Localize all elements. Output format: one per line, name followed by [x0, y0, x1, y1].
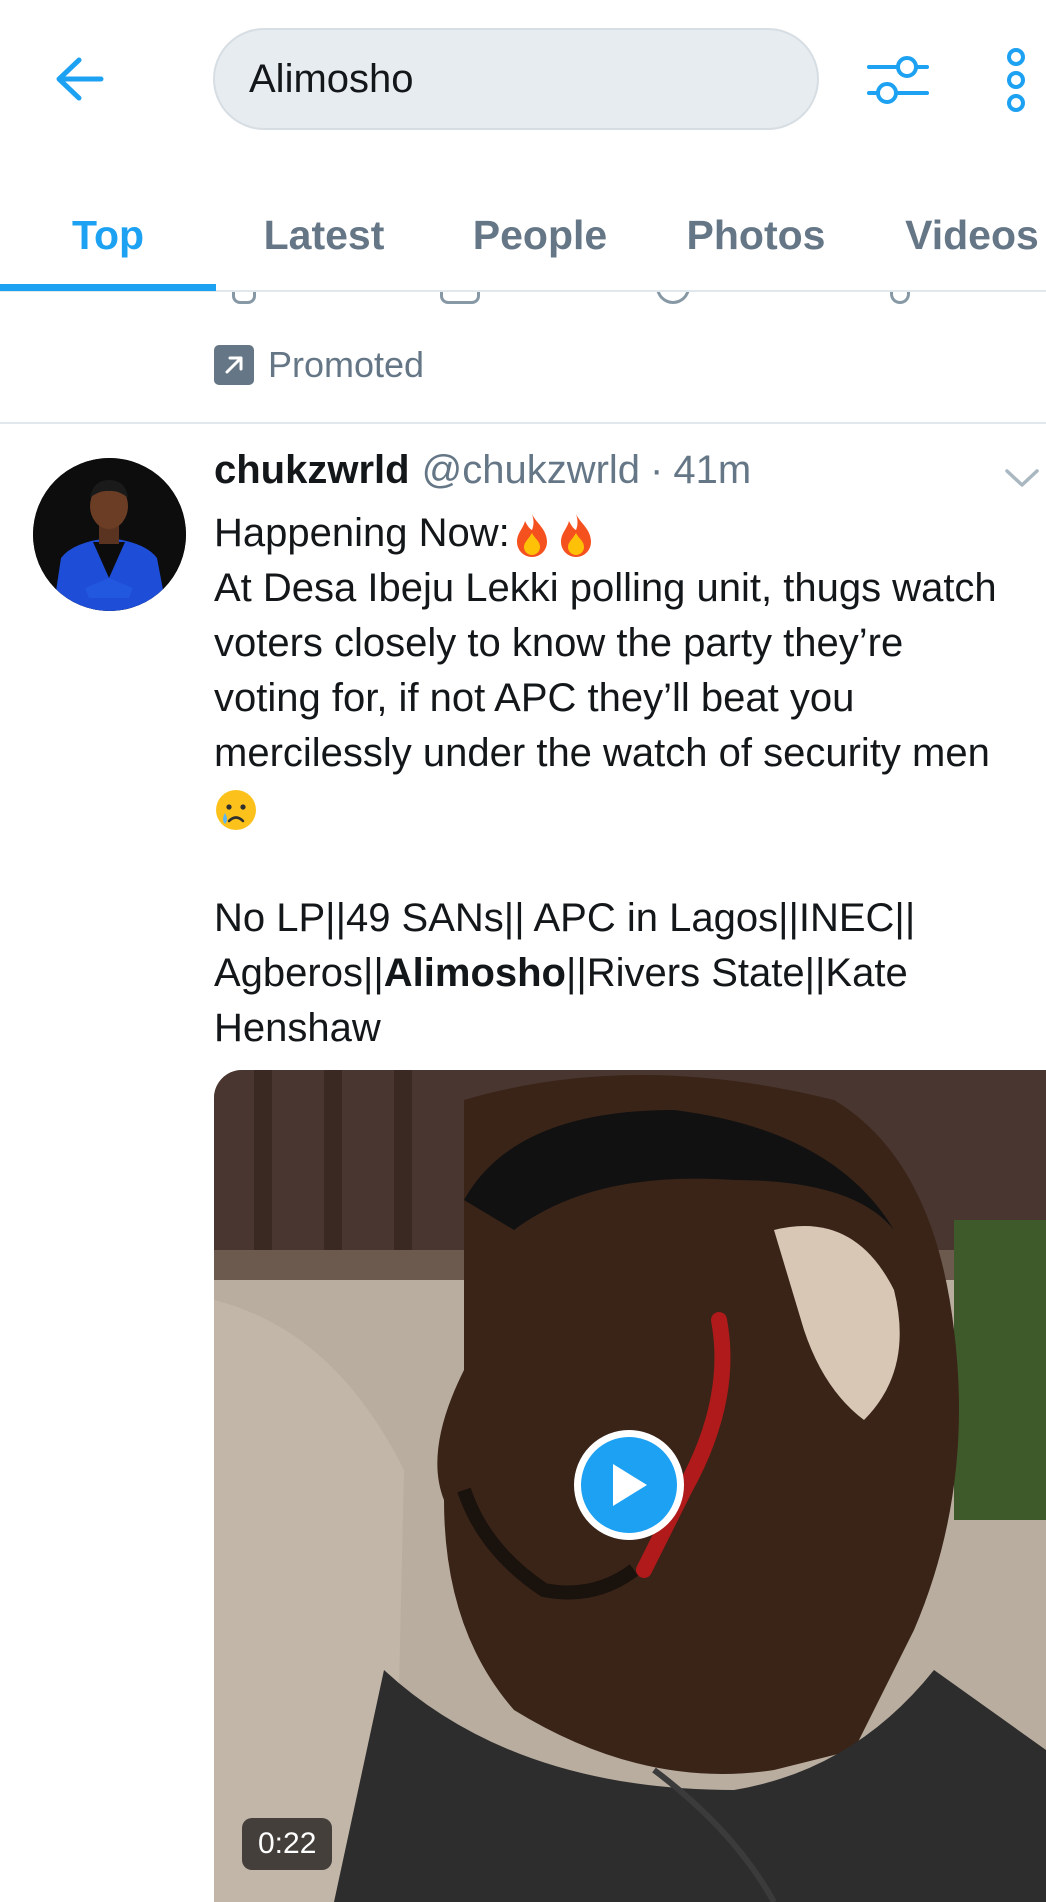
tab-latest[interactable]: Latest: [216, 180, 432, 290]
tweet-line-text: Agberos||: [214, 951, 384, 995]
more-vertical-icon: [1007, 48, 1025, 112]
avatar[interactable]: [33, 458, 186, 611]
play-button[interactable]: [574, 1430, 684, 1540]
chevron-down-icon: [1005, 469, 1039, 487]
tweet-video[interactable]: 0:22: [214, 1070, 1046, 1902]
promoted-arrow-icon: [214, 345, 254, 385]
search-query-text: Alimosho: [249, 56, 414, 101]
search-filter-button[interactable]: [862, 44, 934, 116]
fire-emoji-icon: [560, 514, 591, 558]
tweet-header: chukzwrld @chukzwrld · 41m: [214, 448, 751, 504]
share-icon[interactable]: [890, 292, 910, 304]
tweet-text: Happening Now: At Desa Ibeju Lekki polli…: [214, 506, 1044, 1056]
back-button[interactable]: [50, 50, 108, 108]
user-handle[interactable]: @chukzwrld: [422, 448, 640, 493]
search-tabs: Top Latest People Photos Videos: [0, 180, 1046, 292]
tweet-line: Happening Now:: [214, 506, 1044, 561]
more-options-button[interactable]: [988, 44, 1044, 116]
tweet-divider: [0, 422, 1046, 424]
like-icon[interactable]: [656, 292, 690, 304]
promoted-label: Promoted: [214, 340, 424, 390]
tweet-line-text: ||Rivers State||Kate: [566, 951, 908, 995]
back-arrow-icon: [56, 57, 104, 101]
tweet-line: Henshaw: [214, 1006, 381, 1050]
tweet-line: voters closely to know the party they’re: [214, 621, 904, 665]
tab-top[interactable]: Top: [0, 180, 216, 290]
search-input[interactable]: Alimosho: [213, 28, 819, 130]
tweet-line: mercilessly under the watch of security …: [214, 731, 990, 775]
tab-videos[interactable]: Videos: [864, 180, 1046, 290]
retweet-icon[interactable]: [440, 292, 480, 304]
tweet-timestamp[interactable]: 41m: [673, 448, 751, 493]
display-name[interactable]: chukzwrld: [214, 448, 410, 493]
reply-icon[interactable]: [232, 292, 256, 304]
fire-emoji-icon: [516, 514, 547, 558]
play-icon: [613, 1464, 647, 1506]
tweet-line: voting for, if not APC they’ll beat you: [214, 676, 855, 720]
active-tab-indicator: [0, 284, 216, 291]
crying-face-emoji-icon: [216, 790, 256, 831]
previous-tweet-actions: [0, 292, 1046, 314]
tweet-line: [214, 781, 1044, 836]
video-duration: 0:22: [242, 1818, 333, 1870]
tweet-line: No LP||49 SANs|| APC in Lagos||INEC||: [214, 896, 916, 940]
tweet-line-text: Happening Now:: [214, 511, 510, 555]
promoted-text: Promoted: [268, 344, 425, 385]
tweet-line: Agberos||Alimosho||Rivers State||Kate: [214, 946, 1044, 1001]
filter-sliders-icon: [867, 56, 929, 104]
tweet-line: At Desa Ibeju Lekki polling unit, thugs …: [214, 566, 997, 610]
tweet-menu-button[interactable]: [1000, 456, 1044, 500]
search-term-highlight: Alimosho: [383, 951, 566, 995]
top-bar: Alimosho: [0, 0, 1046, 160]
tab-photos[interactable]: Photos: [648, 180, 864, 290]
tab-people[interactable]: People: [432, 180, 648, 290]
header-separator: ·: [650, 448, 664, 492]
